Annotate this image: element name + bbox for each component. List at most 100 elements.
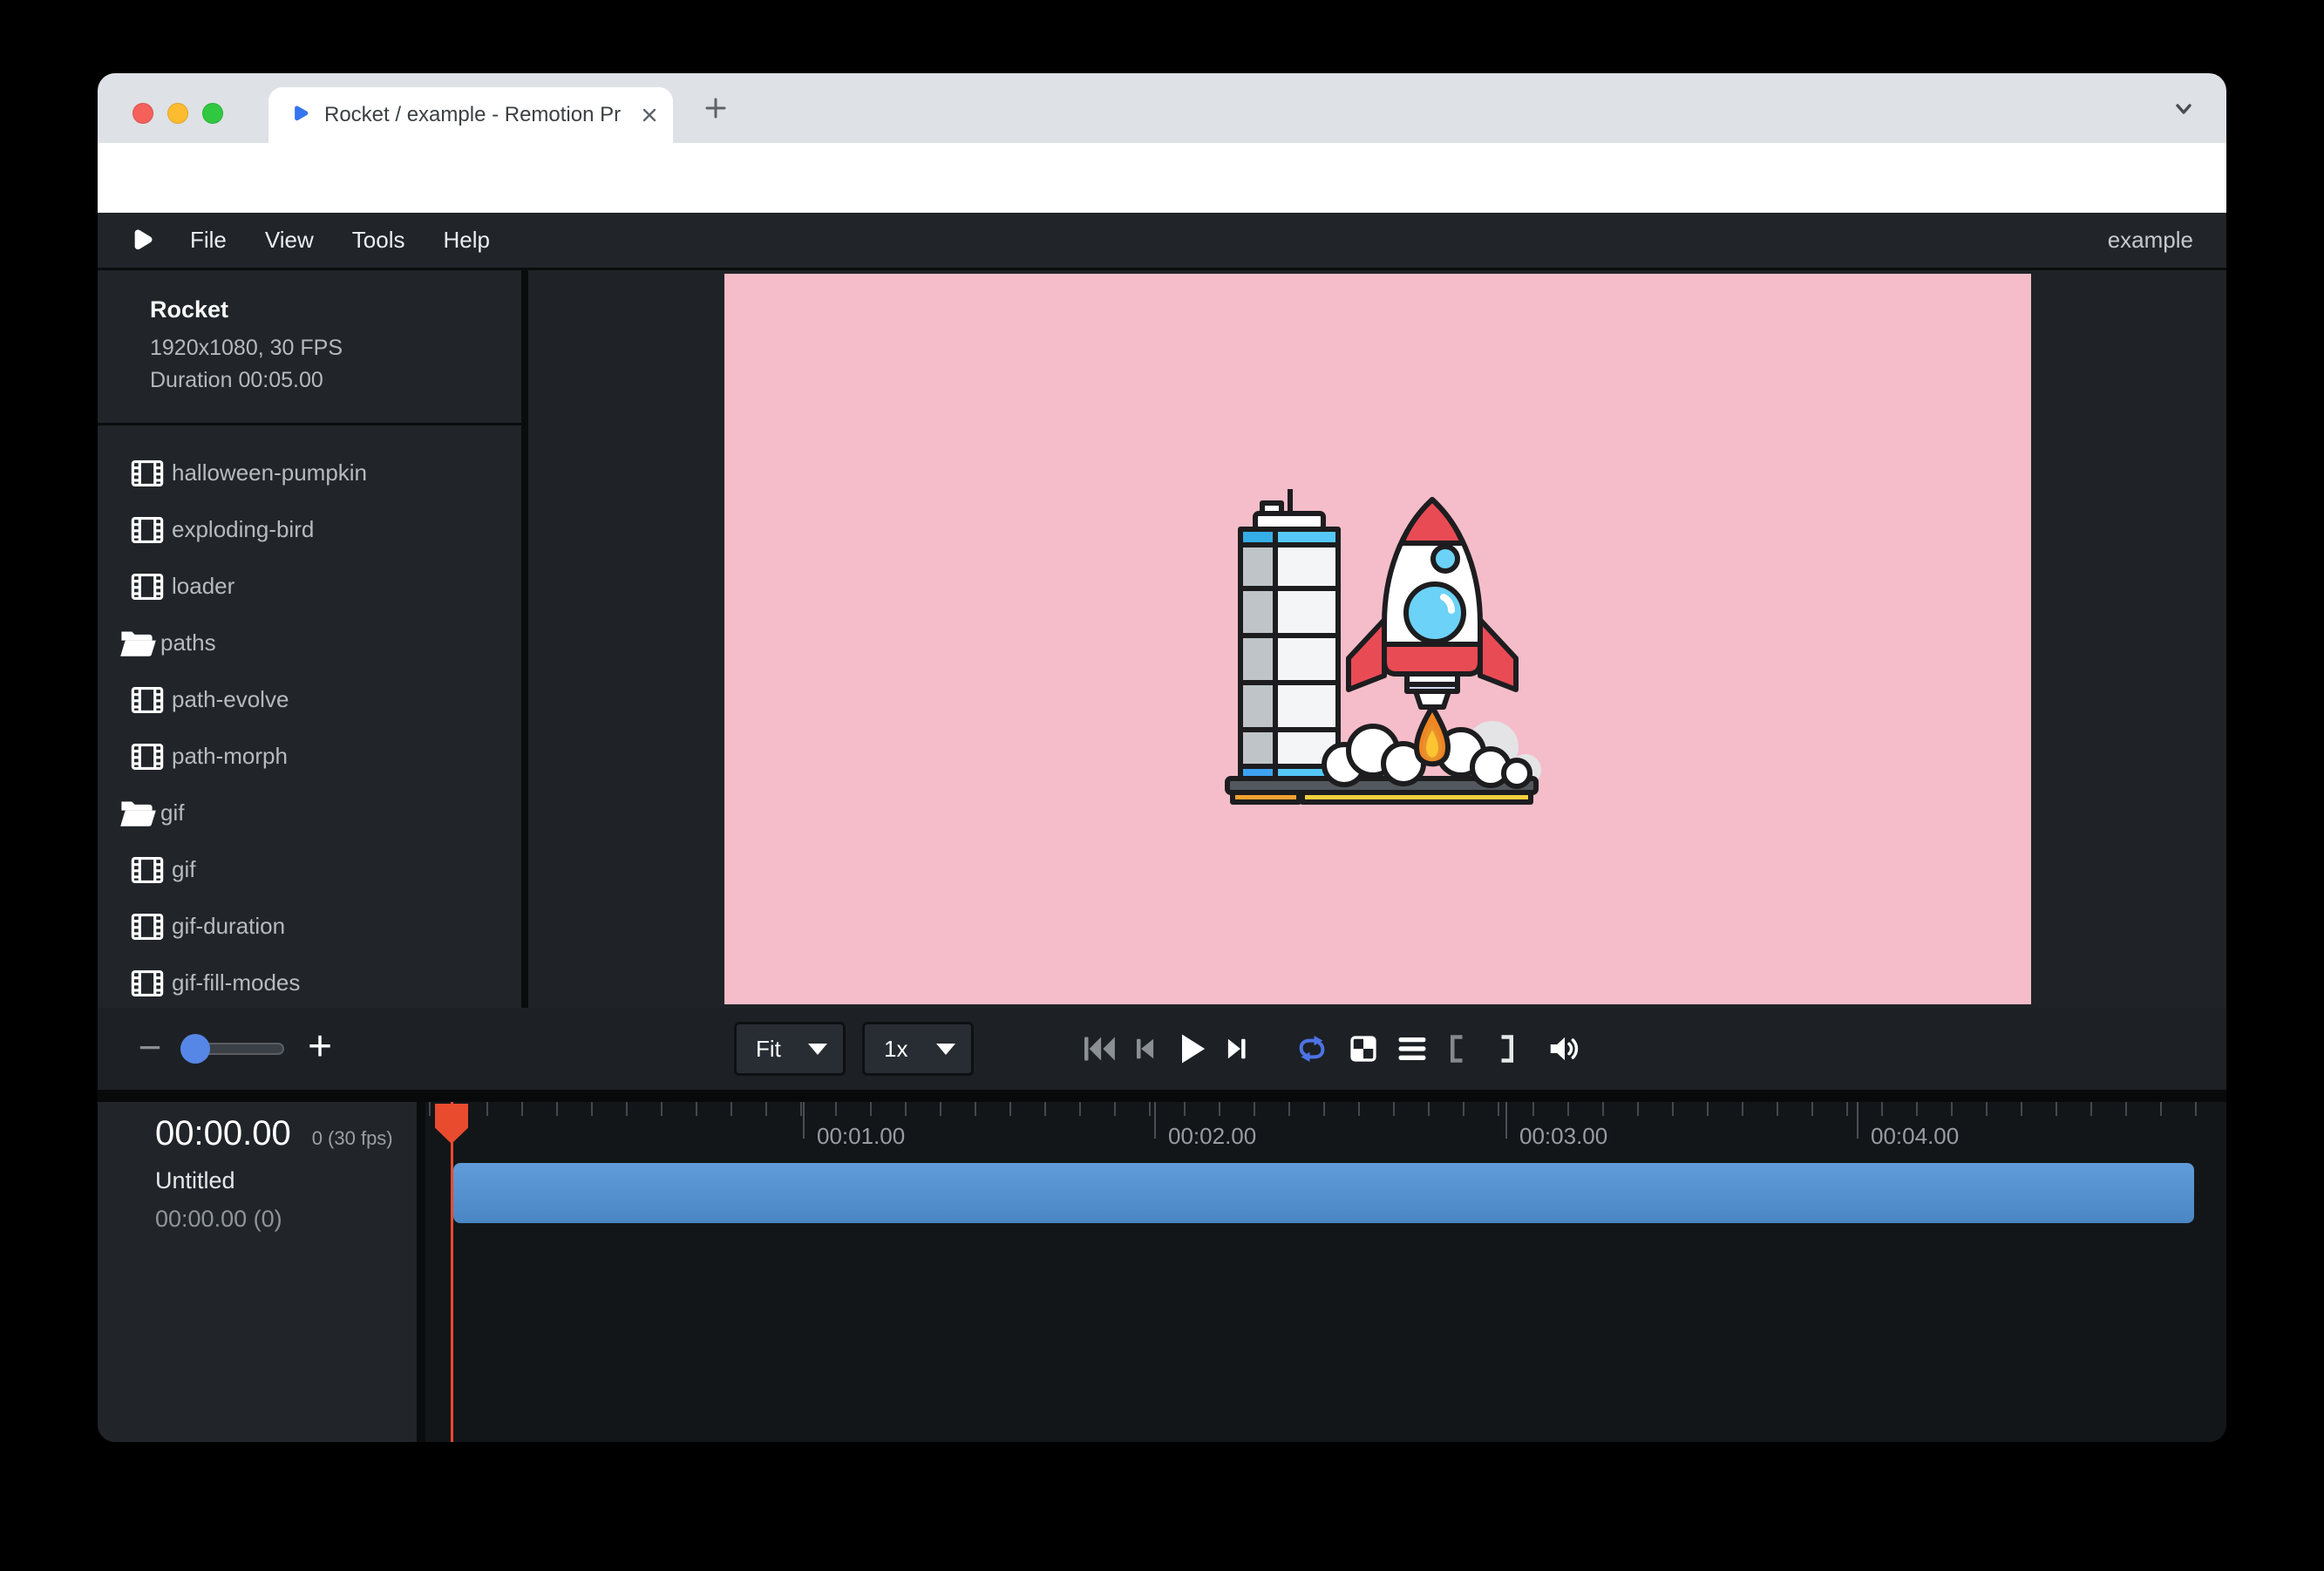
compositions-sidebar: Rocket 1920x1080, 30 FPS Duration 00:05.… [98, 270, 528, 1008]
composition-resolution: 1920x1080, 30 FPS [150, 332, 521, 364]
timeline-info-panel: 00:00.00 0 (30 fps) Untitled 00:00.00 (0… [98, 1102, 425, 1442]
zoom-slider-thumb[interactable] [180, 1034, 210, 1064]
ruler-tick [803, 1102, 805, 1139]
menu-view[interactable]: View [265, 227, 314, 254]
close-window-button[interactable] [133, 103, 153, 124]
sidebar-item-path-evolve[interactable]: path-evolve [98, 671, 521, 728]
playback-speed-value: 1x [884, 1036, 907, 1063]
remotion-favicon [288, 104, 310, 126]
playback-speed-select[interactable]: 1x [862, 1022, 974, 1076]
project-name: example [2108, 227, 2193, 254]
ruler-label: 00:04.00 [1871, 1123, 1959, 1150]
timeline-track-area[interactable]: 00:01.00 00:02.00 00:03.00 00:04.00 [425, 1102, 2226, 1442]
sidebar-item-gif[interactable]: gif [98, 841, 521, 898]
play-button[interactable] [1172, 1030, 1211, 1068]
next-frame-button[interactable] [1221, 1033, 1253, 1064]
tab-strip: Rocket / example - Remotion Pr [98, 73, 2226, 143]
minimize-window-button[interactable] [167, 103, 188, 124]
rows-menu-button[interactable] [1396, 1033, 1429, 1064]
playhead-handle[interactable] [435, 1104, 468, 1144]
tab-title: Rocket / example - Remotion Pr [324, 103, 640, 127]
composition-list: halloween-pumpkin exploding-bird loader … [98, 445, 521, 1008]
sidebar-item-loader[interactable]: loader [98, 558, 521, 615]
chevron-down-icon [808, 1044, 827, 1055]
film-icon [131, 516, 164, 544]
open-folder-icon [119, 629, 157, 658]
video-preview-canvas[interactable] [724, 274, 2031, 1004]
previous-frame-button[interactable] [1129, 1033, 1160, 1064]
film-icon [131, 913, 164, 941]
transparency-checkerboard-button[interactable] [1348, 1033, 1379, 1064]
sidebar-item-label: halloween-pumpkin [172, 459, 367, 486]
rocket-launch-illustration [1212, 473, 1543, 805]
sidebar-folder-gif[interactable]: gif [98, 785, 521, 841]
track-name: Untitled [98, 1167, 417, 1194]
sidebar-folder-label: gif [160, 799, 184, 826]
sidebar-item-label: path-morph [172, 743, 288, 770]
tab-search-chevron-icon[interactable] [2171, 96, 2197, 122]
composition-duration: Duration 00:05.00 [150, 364, 521, 397]
ruler-tick [1857, 1102, 1859, 1139]
playhead-line[interactable] [451, 1102, 453, 1442]
zoom-window-button[interactable] [202, 103, 223, 124]
in-point-bracket-button[interactable] [1444, 1033, 1472, 1064]
skip-to-start-button[interactable] [1081, 1033, 1119, 1064]
current-frame-info: 0 (30 fps) [312, 1127, 393, 1150]
new-tab-button[interactable] [703, 95, 729, 121]
timeline-sequence-bar[interactable] [453, 1163, 2194, 1223]
browser-tab[interactable]: Rocket / example - Remotion Pr [268, 87, 673, 143]
sidebar-item-gif-duration[interactable]: gif-duration [98, 898, 521, 955]
ruler-label: 00:01.00 [817, 1123, 905, 1150]
timeline-ruler[interactable] [425, 1102, 2226, 1116]
composition-title: Rocket [150, 296, 521, 323]
menu-file[interactable]: File [190, 227, 227, 254]
sidebar-item-label: gif [172, 856, 195, 883]
ruler-tick [1505, 1102, 1507, 1139]
remotion-logo-icon[interactable] [127, 227, 155, 255]
browser-window: Rocket / example - Remotion Pr [98, 73, 2226, 1442]
sidebar-folder-paths[interactable]: paths [98, 615, 521, 671]
sidebar-item-label: path-evolve [172, 686, 289, 713]
browser-toolbar: http://localhost:3001/Rocket [98, 143, 2226, 213]
sidebar-item-label: exploding-bird [172, 516, 314, 543]
menu-tools[interactable]: Tools [352, 227, 405, 254]
loop-toggle-button[interactable] [1295, 1031, 1329, 1066]
current-timecode: 00:00.00 [155, 1114, 291, 1153]
zoom-out-button[interactable]: − [131, 1008, 169, 1090]
player-toolbar: − + Fit 1x [98, 1008, 2226, 1090]
film-icon [131, 969, 164, 997]
toolbar-timeline-divider [98, 1090, 2226, 1102]
sidebar-item-halloween-pumpkin[interactable]: halloween-pumpkin [98, 445, 521, 501]
film-icon [131, 856, 164, 884]
app-menubar: File View Tools Help example [98, 213, 2226, 270]
zoom-in-button[interactable]: + [301, 1008, 339, 1090]
track-range: 00:00.00 (0) [98, 1206, 417, 1233]
timeline-panel: 00:00.00 0 (30 fps) Untitled 00:00.00 (0… [98, 1102, 2226, 1442]
sidebar-item-path-morph[interactable]: path-morph [98, 728, 521, 785]
player-canvas-area [528, 270, 2226, 1008]
sidebar-item-exploding-bird[interactable]: exploding-bird [98, 501, 521, 558]
tab-close-icon[interactable] [640, 105, 659, 125]
ruler-label: 00:02.00 [1168, 1123, 1256, 1150]
composition-meta: 1920x1080, 30 FPS Duration 00:05.00 [150, 332, 521, 397]
content-area: Rocket 1920x1080, 30 FPS Duration 00:05.… [98, 270, 2226, 1008]
film-icon [131, 573, 164, 601]
timecode-row: 00:00.00 0 (30 fps) [98, 1102, 417, 1153]
size-mode-value: Fit [756, 1036, 781, 1063]
sidebar-item-label: loader [172, 573, 234, 600]
sidebar-divider [98, 423, 521, 425]
volume-button[interactable] [1547, 1031, 1582, 1066]
menu-help[interactable]: Help [444, 227, 490, 254]
film-icon [131, 459, 164, 487]
film-icon [131, 686, 164, 714]
composition-info: Rocket 1920x1080, 30 FPS Duration 00:05.… [98, 270, 521, 397]
open-folder-icon [119, 799, 157, 828]
sidebar-folder-label: paths [160, 629, 216, 656]
size-mode-select[interactable]: Fit [734, 1022, 846, 1076]
sidebar-item-gif-fill-modes[interactable]: gif-fill-modes [98, 955, 521, 1008]
chevron-down-icon [936, 1044, 955, 1055]
out-point-bracket-button[interactable] [1492, 1033, 1519, 1064]
sidebar-item-label: gif-fill-modes [172, 969, 300, 996]
ruler-label: 00:03.00 [1519, 1123, 1607, 1150]
sidebar-item-label: gif-duration [172, 913, 285, 940]
